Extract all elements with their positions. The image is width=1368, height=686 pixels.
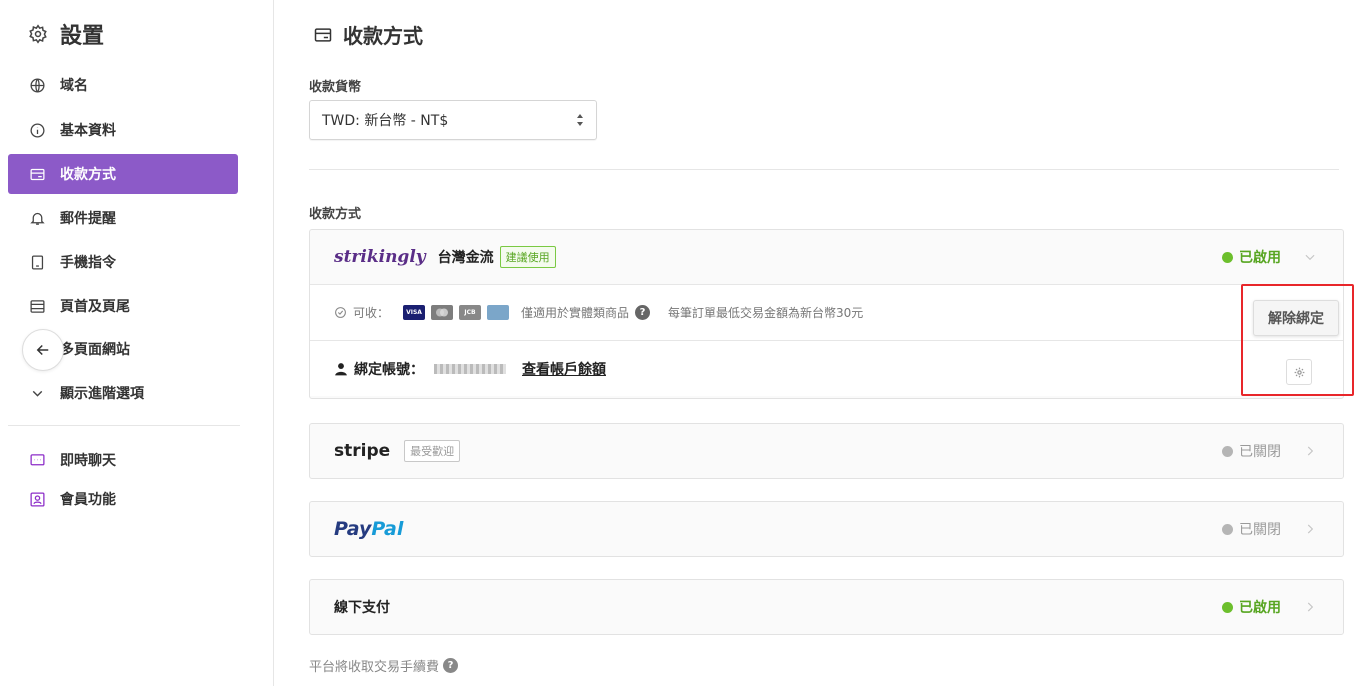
jcb-icon: JCB bbox=[459, 305, 482, 320]
sidebar-item-advanced-toggle[interactable]: 顯示進階選項 bbox=[8, 373, 238, 413]
strikingly-status: 已啟用 bbox=[1222, 247, 1281, 267]
accepted-cards-row: 可收： VISA JCB 僅適用於實體類商品 ? 每筆訂單最低交易金額為新台幣3… bbox=[310, 284, 1343, 340]
sidebar-divider bbox=[8, 425, 240, 426]
sidebar-item-membership[interactable]: 會員功能 bbox=[8, 479, 238, 519]
chevron-right-icon[interactable] bbox=[1303, 600, 1317, 614]
unbind-button[interactable]: 解除綁定 bbox=[1253, 300, 1339, 336]
stripe-logo: stripe bbox=[334, 441, 391, 461]
strikingly-name: 台灣金流 bbox=[437, 250, 494, 266]
offline-payment-card: 線下支付 已啟用 bbox=[309, 579, 1344, 635]
chevron-down-icon[interactable] bbox=[1303, 250, 1317, 264]
sidebar-item-payment[interactable]: 收款方式 bbox=[8, 154, 238, 194]
member-icon bbox=[30, 491, 45, 507]
paypal-payment-card: PayPal 已關閉 bbox=[309, 501, 1344, 557]
chat-icon bbox=[30, 453, 45, 465]
paypal-card-header[interactable]: PayPal 已關閉 bbox=[310, 502, 1343, 556]
sidebar-item-header-footer[interactable]: 頁首及頁尾 bbox=[8, 286, 238, 326]
globe-icon bbox=[30, 77, 45, 93]
gear-icon bbox=[29, 24, 47, 44]
sidebar-title: 設置 bbox=[28, 18, 104, 50]
status-dot bbox=[1222, 251, 1233, 263]
stripe-status: 已關閉 bbox=[1222, 441, 1281, 461]
card-icon bbox=[30, 168, 45, 180]
offline-card-header[interactable]: 線下支付 已啟用 bbox=[310, 580, 1343, 634]
arrow-left-icon bbox=[36, 344, 49, 356]
currency-label: 收款貨幣 bbox=[309, 80, 362, 95]
select-arrows-icon bbox=[577, 114, 583, 126]
sidebar-item-domain[interactable]: 域名 bbox=[8, 65, 238, 105]
status-dot bbox=[1222, 601, 1233, 613]
chevron-right-icon[interactable] bbox=[1303, 444, 1317, 458]
bell-icon bbox=[30, 212, 45, 225]
sidebar-item-live-chat[interactable]: 即時聊天 bbox=[8, 440, 238, 480]
chevron-down-icon bbox=[32, 390, 43, 397]
sidebar-item-mobile-commands[interactable]: 手機指令 bbox=[8, 242, 238, 282]
mastercard-icon bbox=[431, 305, 454, 320]
help-icon[interactable]: ? bbox=[443, 658, 459, 673]
main-panel: 收款方式 收款貨幣 TWD: 新台幣 - NT$ 收款方式 strikingly… bbox=[309, 0, 1354, 686]
sidebar-item-basic-info[interactable]: 基本資料 bbox=[8, 110, 238, 150]
account-id-redacted bbox=[434, 363, 506, 374]
page-title: 收款方式 bbox=[313, 20, 423, 49]
gear-icon bbox=[1294, 367, 1304, 377]
layout-icon bbox=[30, 299, 45, 313]
view-balance-link[interactable]: 查看帳戶餘額 bbox=[522, 359, 606, 379]
card-icon bbox=[314, 27, 332, 42]
paypal-status: 已關閉 bbox=[1222, 519, 1281, 539]
visa-icon: VISA bbox=[403, 305, 426, 320]
section-divider bbox=[309, 169, 1339, 170]
back-button[interactable] bbox=[22, 329, 64, 371]
help-icon[interactable]: ? bbox=[635, 305, 651, 320]
unionpay-icon bbox=[487, 305, 510, 320]
methods-label: 收款方式 bbox=[309, 207, 362, 222]
status-dot bbox=[1222, 523, 1233, 535]
currency-select[interactable]: TWD: 新台幣 - NT$ bbox=[309, 100, 597, 140]
sidebar-item-email-alerts[interactable]: 郵件提醒 bbox=[8, 198, 238, 238]
check-circle-icon bbox=[335, 307, 346, 318]
fee-note: 平台將收取交易手續費 ? bbox=[309, 656, 459, 675]
settings-sidebar: 設置 域名 基本資料 收款方式 郵件提醒 手機指令 頁首及頁尾 多頁面網站 顯示… bbox=[0, 0, 274, 686]
offline-name: 線下支付 bbox=[334, 600, 390, 616]
stripe-payment-card: stripe 最受歡迎 已關閉 bbox=[309, 423, 1344, 479]
strikingly-logo: strikingly bbox=[334, 247, 426, 267]
offline-status: 已啟用 bbox=[1222, 597, 1281, 617]
status-dot bbox=[1222, 445, 1233, 457]
strikingly-payment-card: strikingly 台灣金流 建議使用 已啟用 可收： VISA JCB 僅適… bbox=[309, 229, 1344, 399]
paypal-logo: PayPal bbox=[334, 518, 404, 540]
info-icon bbox=[30, 122, 45, 138]
user-icon bbox=[335, 362, 347, 375]
phone-icon bbox=[31, 254, 44, 270]
popular-badge: 最受歡迎 bbox=[404, 440, 461, 462]
bound-account-row: 綁定帳號： 查看帳戶餘額 bbox=[310, 340, 1343, 396]
strikingly-card-header[interactable]: strikingly 台灣金流 建議使用 已啟用 bbox=[310, 230, 1343, 284]
settings-button[interactable] bbox=[1286, 359, 1312, 385]
chevron-right-icon[interactable] bbox=[1303, 522, 1317, 536]
stripe-card-header[interactable]: stripe 最受歡迎 已關閉 bbox=[310, 424, 1343, 478]
recommended-badge: 建議使用 bbox=[499, 246, 556, 268]
